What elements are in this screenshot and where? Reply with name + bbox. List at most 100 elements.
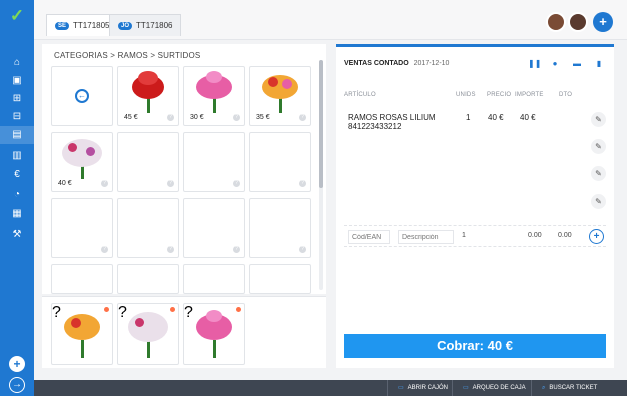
- empty-tile[interactable]: ?: [117, 132, 179, 192]
- product-tile[interactable]: 40 € ?: [51, 132, 113, 192]
- col-articulo: ARTÍCULO: [344, 92, 376, 98]
- charge-button[interactable]: Cobrar: 40 €: [344, 334, 606, 358]
- trash-icon[interactable]: ▮: [594, 59, 604, 69]
- tab-label: TT171805: [73, 21, 110, 30]
- ticket-line-description[interactable]: RAMOS ROSAS LILIUM 841223433212: [348, 113, 436, 131]
- empty-tile[interactable]: [249, 264, 311, 294]
- empty-tile[interactable]: ?: [117, 198, 179, 258]
- open-drawer-button[interactable]: ▭ ABRIR CAJÓN: [387, 380, 458, 396]
- pause-icon[interactable]: ❚❚: [528, 59, 541, 69]
- info-icon[interactable]: ?: [167, 180, 174, 187]
- tab-ticket-1[interactable]: SE TT171805: [46, 14, 119, 36]
- back-arrow-icon[interactable]: ←: [75, 89, 89, 103]
- home-icon[interactable]: ⌂: [9, 57, 25, 69]
- price-input[interactable]: 0.00: [528, 232, 542, 239]
- cash-count-label: ARQUEO DE CAJA: [472, 385, 526, 391]
- info-icon[interactable]: ?: [184, 304, 193, 321]
- edit-line-button[interactable]: ✎: [591, 139, 606, 154]
- scroll-thumb[interactable]: [319, 60, 323, 188]
- favorite-tile[interactable]: ?: [51, 303, 113, 365]
- line-precio: 40 €: [488, 113, 504, 122]
- ticket-panel: VENTAS CONTADO 2017-12-10 ❚❚ ● ▬ ▮ ARTÍC…: [336, 44, 614, 368]
- avatar[interactable]: [546, 12, 566, 32]
- search-ticket-button[interactable]: ⌕ BUSCAR TICKET: [531, 380, 607, 396]
- add-line-button[interactable]: +: [589, 229, 604, 244]
- info-icon[interactable]: ?: [233, 114, 240, 121]
- stem-shape: [213, 97, 216, 113]
- discount-input[interactable]: 0.00: [558, 232, 572, 239]
- empty-tile[interactable]: ?: [51, 198, 113, 258]
- document-icon[interactable]: ▤: [9, 129, 25, 141]
- product-price: 40 €: [58, 180, 72, 187]
- empty-tile[interactable]: ?: [183, 132, 245, 192]
- search-ticket-label: BUSCAR TICKET: [549, 385, 598, 391]
- flower-bouquet-image: [262, 75, 298, 99]
- stem-shape: [81, 340, 84, 358]
- edit-line-button[interactable]: ✎: [591, 112, 606, 127]
- empty-tile[interactable]: [117, 264, 179, 294]
- flower-petal-shape: [86, 147, 95, 156]
- calendar-icon[interactable]: ▦: [9, 208, 25, 220]
- info-icon[interactable]: ?: [52, 304, 61, 321]
- favorites-panel: ? ? ?: [42, 296, 326, 368]
- stats-icon[interactable]: ▥: [9, 150, 25, 162]
- add-user-button[interactable]: +: [593, 12, 613, 32]
- flower-petal-shape: [68, 143, 77, 152]
- back-tile[interactable]: ←: [51, 66, 113, 126]
- product-tile[interactable]: 35 € ?: [249, 66, 311, 126]
- col-dto: DTO: [559, 92, 573, 98]
- add-bottom-icon[interactable]: +: [9, 356, 25, 372]
- catalog-panel: CATEGORIAS > RAMOS > SURTIDOS ← 45 € ? 3…: [42, 44, 326, 294]
- empty-tile[interactable]: [183, 264, 245, 294]
- cart-icon[interactable]: ⊞: [9, 93, 25, 105]
- line-unids: 1: [466, 113, 471, 122]
- info-icon[interactable]: ?: [233, 246, 240, 253]
- info-icon[interactable]: ?: [118, 304, 127, 321]
- info-icon[interactable]: ?: [299, 180, 306, 187]
- info-icon[interactable]: ?: [101, 246, 108, 253]
- tab-ticket-2[interactable]: JO TT171806: [109, 14, 182, 36]
- tab-badge: JO: [118, 21, 133, 30]
- breadcrumb: CATEGORIAS > RAMOS > SURTIDOS: [54, 51, 201, 60]
- euro-icon[interactable]: €: [9, 169, 25, 181]
- description-input[interactable]: [398, 230, 454, 244]
- empty-tile[interactable]: ?: [249, 198, 311, 258]
- favorite-marker-icon: [236, 307, 241, 312]
- stem-shape: [81, 165, 84, 179]
- info-icon[interactable]: ?: [233, 180, 240, 187]
- user-icon[interactable]: ▣: [9, 75, 25, 87]
- line-importe: 40 €: [520, 113, 536, 122]
- favorite-tile[interactable]: ?: [183, 303, 245, 365]
- cart-icon[interactable]: ⊟: [9, 111, 25, 123]
- empty-tile[interactable]: ?: [183, 198, 245, 258]
- empty-tile[interactable]: [51, 264, 113, 294]
- avatar[interactable]: [568, 12, 588, 32]
- logout-icon[interactable]: →: [9, 377, 25, 393]
- catalog-scrollbar[interactable]: [319, 60, 323, 290]
- info-icon[interactable]: ?: [167, 114, 174, 121]
- flower-petal-shape: [206, 310, 222, 322]
- qty-stepper[interactable]: 1: [462, 232, 466, 239]
- favorite-tile[interactable]: ?: [117, 303, 179, 365]
- info-icon[interactable]: ?: [101, 180, 108, 187]
- info-icon[interactable]: ?: [167, 246, 174, 253]
- tabs-bar: SE TT171805 JO TT171806 +: [34, 0, 627, 40]
- pie-icon[interactable]: ◔: [9, 189, 25, 201]
- flower-bouquet-image: [128, 312, 168, 342]
- edit-line-button[interactable]: ✎: [591, 194, 606, 209]
- print-icon[interactable]: ▬: [572, 59, 582, 69]
- stem-shape: [147, 340, 150, 358]
- info-icon[interactable]: ?: [299, 246, 306, 253]
- ean-input[interactable]: [348, 230, 390, 244]
- cash-count-button[interactable]: ▭ ARQUEO DE CAJA: [452, 380, 536, 396]
- product-tile[interactable]: 30 € ?: [183, 66, 245, 126]
- favorite-marker-icon: [104, 307, 109, 312]
- edit-line-button[interactable]: ✎: [591, 166, 606, 181]
- line-code: 841223433212: [348, 122, 402, 131]
- user-icon[interactable]: ●: [550, 59, 560, 69]
- product-tile[interactable]: 45 € ?: [117, 66, 179, 126]
- info-icon[interactable]: ?: [299, 114, 306, 121]
- empty-tile[interactable]: ?: [249, 132, 311, 192]
- flower-bouquet-image: [64, 314, 100, 340]
- wrench-icon[interactable]: ⚒: [9, 229, 25, 241]
